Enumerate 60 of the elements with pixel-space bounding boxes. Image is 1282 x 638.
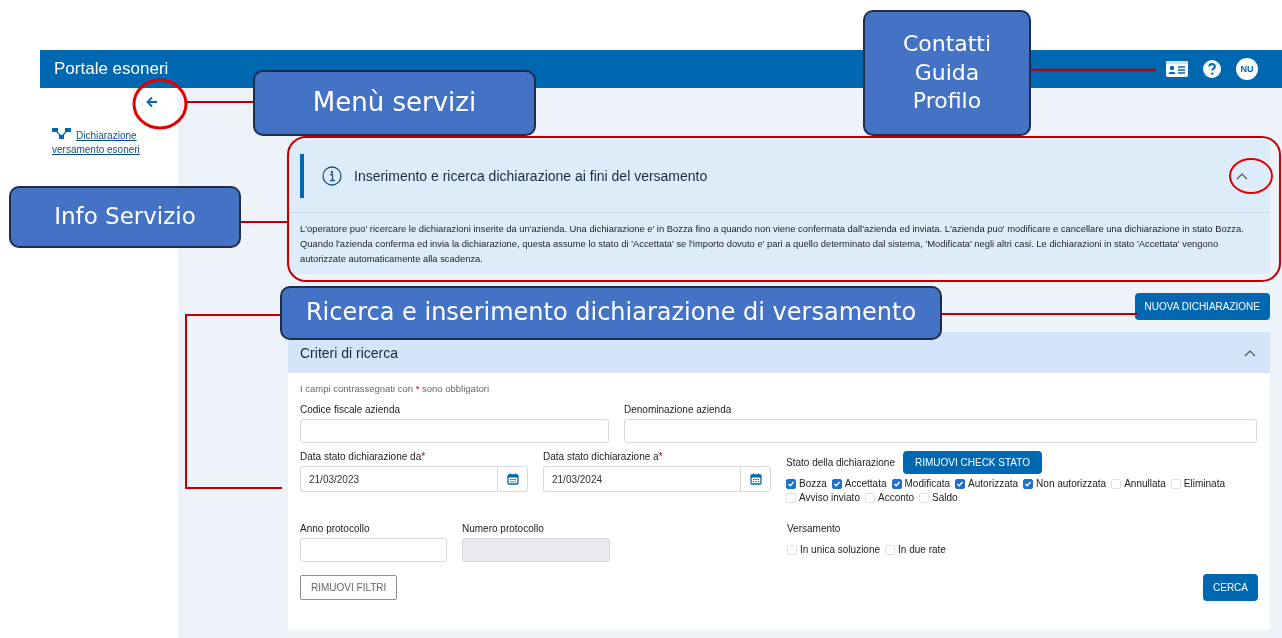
chevron-up-icon	[1236, 172, 1248, 180]
checkbox-label: Autorizzata	[968, 478, 1019, 490]
field-label: Data stato dichiarazione a*	[543, 451, 664, 463]
checkbox[interactable]	[891, 478, 902, 489]
info-title: Inserimento e ricerca dichiarazione ai fini del versamento	[354, 168, 708, 184]
user-avatar[interactable]: NU	[1236, 58, 1258, 80]
field-label: Codice fiscale azienda	[300, 404, 402, 416]
new-declaration-button[interactable]: NUOVA DICHIARAZIONE	[1134, 293, 1270, 321]
checkbox[interactable]	[786, 478, 796, 489]
help-icon[interactable]	[1202, 59, 1222, 79]
date-field[interactable]: 21/03/2024	[543, 466, 740, 493]
hierarchy-icon	[52, 128, 72, 140]
field-label: Data stato dichiarazione da*	[300, 451, 427, 463]
checkbox-label: Annullata	[1124, 478, 1166, 490]
app-title: Portale esoneri	[54, 59, 169, 79]
callout-label: Ricerca e inserimento dichiarazione di versamento	[280, 286, 942, 340]
calendar-icon	[506, 473, 519, 486]
leader-line	[185, 101, 254, 103]
highlight-circle	[1229, 158, 1273, 194]
card-title: Criteri di ricerca	[300, 344, 398, 361]
checkbox[interactable]	[1023, 478, 1034, 489]
calendar-button[interactable]	[497, 466, 528, 493]
checkbox-label: Modificata	[904, 478, 951, 490]
contact-card-icon[interactable]	[1166, 61, 1188, 77]
chevron-up-icon	[1244, 348, 1256, 357]
sidebar-link[interactable]: Dichiarazione versamento esoneri	[52, 128, 174, 157]
checkbox[interactable]	[831, 478, 842, 489]
field-label: Numero protocollo	[462, 523, 545, 535]
search-button[interactable]: CERCA	[1203, 574, 1258, 602]
date-field[interactable]: 21/03/2023	[300, 466, 497, 493]
callout-label: Info Servizio	[9, 186, 241, 248]
highlight-circle	[132, 78, 188, 130]
checkbox-label: Bozza	[799, 478, 827, 490]
checkbox-label: Eliminata	[1183, 478, 1225, 490]
group-label: Versamento	[787, 523, 842, 535]
checkbox[interactable]	[955, 478, 966, 489]
input-field[interactable]	[300, 538, 447, 563]
input-field[interactable]	[300, 419, 609, 444]
field-label: Denominazione azienda	[624, 404, 733, 416]
group-label: Stato della dichiarazione	[786, 457, 895, 469]
clear-filters-button[interactable]: RIMUOVI FILTRI	[300, 575, 398, 601]
input-field[interactable]	[624, 419, 1257, 444]
back-button[interactable]	[144, 94, 160, 110]
calendar-button[interactable]	[740, 466, 771, 493]
clear-status-button[interactable]: RIMUOVI CHECK STATO	[902, 451, 1042, 475]
checkbox-label: Acconto	[877, 492, 915, 504]
required-note: I campi contrassegnati con * sono obbligatori	[300, 383, 491, 395]
checkbox-label: Avviso inviato	[799, 492, 860, 504]
checkbox-label: Accettata	[844, 478, 887, 490]
info-icon	[322, 166, 342, 186]
info-text: L'operatore puo' ricercare le dichiarazioni inserite da un'azienda. Una dichiarazione e' in Bozza fino a quando non viene confermata dall'azienda ed inviata. L'azienda puo' modificare e cancellare una dichiarazione in stato Bozza. Quando l'azienda conferma ed invia la dichiarazione, questa assume lo stato di 'Accettata' se l'importo dovuto e' pari a quello determinato dal sistema, 'Modificata' negli altri casi. Le dichiarazioni in stato 'Accettata' vengono autorizzate automaticamente alla scadenza.	[299, 222, 1245, 267]
calendar-icon	[749, 473, 762, 486]
checkbox-label: Non autorizzata	[1036, 478, 1107, 490]
field-label: Anno protocollo	[300, 523, 371, 535]
callout-label: Menù servizi	[253, 70, 536, 136]
checkbox-label: Saldo	[932, 492, 958, 504]
callout-label: Contatti Guida Profilo	[863, 10, 1031, 136]
checkbox-label: In unica soluzione	[800, 544, 881, 556]
leader-line	[240, 221, 289, 223]
checkbox-label: In due rate	[898, 544, 946, 556]
